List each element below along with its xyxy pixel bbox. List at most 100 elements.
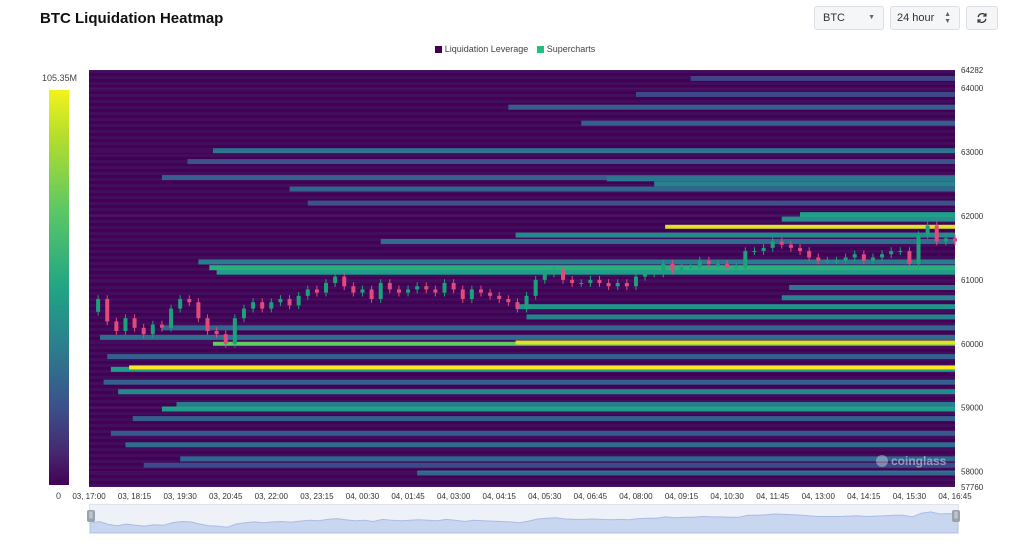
y-tick-label: 63000 (961, 148, 984, 157)
candle (743, 251, 748, 268)
liquidation-band (690, 75, 955, 81)
liquidation-band (307, 200, 956, 206)
candle (378, 283, 383, 300)
candle (241, 308, 246, 319)
candle (469, 289, 474, 300)
candle (488, 292, 493, 296)
candle (880, 254, 885, 258)
candle (524, 295, 529, 309)
candle (606, 283, 611, 287)
candle (925, 225, 930, 236)
liquidation-band (132, 416, 955, 422)
candle (770, 241, 775, 248)
x-tick-label: 03, 19:30 (163, 492, 197, 501)
candle (351, 286, 356, 293)
candle (679, 267, 684, 271)
candle (169, 308, 174, 328)
candle (898, 251, 903, 253)
candle (953, 238, 957, 242)
x-tick-label: 03, 22:00 (255, 492, 289, 501)
x-tick-label: 04, 08:00 (619, 492, 653, 501)
candle (661, 263, 666, 274)
liquidation-band (209, 265, 955, 271)
candle (643, 273, 648, 277)
heatmap-base-row (89, 394, 955, 397)
x-tick-label: 04, 16:45 (938, 492, 972, 501)
navigator-left-handle[interactable]: || (87, 510, 95, 522)
candle (415, 286, 420, 290)
liquidation-band (161, 325, 955, 331)
candle (114, 321, 119, 331)
candle (178, 299, 183, 309)
navigator-right-handle[interactable]: || (952, 510, 960, 522)
coinglass-logo-icon (876, 455, 888, 467)
heatmap-base-row (89, 292, 955, 295)
liquidation-band (515, 304, 955, 310)
candle (652, 273, 657, 275)
liquidation-band (380, 238, 955, 244)
candle (761, 247, 766, 252)
heatmap-base-row (89, 478, 955, 481)
x-tick-label: 04, 06:45 (574, 492, 608, 501)
liquidation-band (508, 104, 955, 110)
heatmap-base-row (89, 436, 955, 439)
candle (615, 283, 620, 287)
candle (551, 270, 556, 274)
x-tick-label: 04, 00:30 (346, 492, 380, 501)
heatmap-base-row (89, 118, 955, 121)
heatmap-base-row (89, 250, 955, 253)
liquidation-band (781, 216, 955, 222)
candle (624, 283, 629, 287)
candle (752, 251, 757, 253)
candle (433, 289, 438, 293)
candle (852, 254, 857, 258)
liquidation-band (781, 295, 955, 301)
candle (251, 302, 256, 309)
candle (861, 254, 866, 261)
candle (333, 276, 338, 284)
heatmap-base-row (89, 142, 955, 145)
candle (360, 289, 365, 293)
candle (561, 270, 566, 280)
candle (369, 289, 374, 300)
candle (324, 283, 329, 293)
candle (943, 238, 948, 242)
candle (214, 330, 219, 335)
candle (706, 260, 711, 264)
heatmap-base-row (89, 172, 955, 175)
heatmap-chart[interactable]: 64282 64000 63000 62000 61000 60000 59000 58000… (0, 0, 1024, 550)
candle (232, 318, 237, 344)
candle (305, 289, 310, 296)
liquidation-band (103, 379, 955, 385)
candle (141, 327, 146, 335)
y-tick-label: 60000 (961, 340, 984, 349)
liquidation-band (515, 232, 955, 238)
candle (825, 260, 830, 262)
candle (96, 299, 101, 312)
x-tick-label: 04, 03:00 (437, 492, 471, 501)
liquidation-band (289, 186, 955, 192)
candle (734, 267, 739, 269)
liquidation-band (654, 181, 955, 187)
candle (843, 257, 848, 261)
candle (105, 299, 110, 322)
candle (451, 283, 456, 290)
heatmap-base-row (89, 154, 955, 157)
x-tick-label: 04, 11:45 (756, 492, 789, 501)
heatmap-base-row (89, 376, 955, 379)
candle (269, 302, 274, 309)
candle (889, 251, 894, 255)
candle (515, 302, 520, 309)
x-tick-label: 03, 23:15 (300, 492, 334, 501)
candle (123, 318, 128, 331)
candle (597, 279, 602, 284)
liquidation-band (129, 365, 955, 370)
x-tick-label: 04, 05:30 (528, 492, 562, 501)
time-navigator[interactable] (89, 504, 959, 534)
heatmap-base-row (89, 130, 955, 133)
x-tick-label: 04, 14:15 (847, 492, 881, 501)
x-tick-label: 04, 10:30 (710, 492, 744, 501)
candle (725, 263, 730, 268)
y-tick-label: 59000 (961, 404, 984, 413)
liquidation-band (789, 285, 955, 291)
